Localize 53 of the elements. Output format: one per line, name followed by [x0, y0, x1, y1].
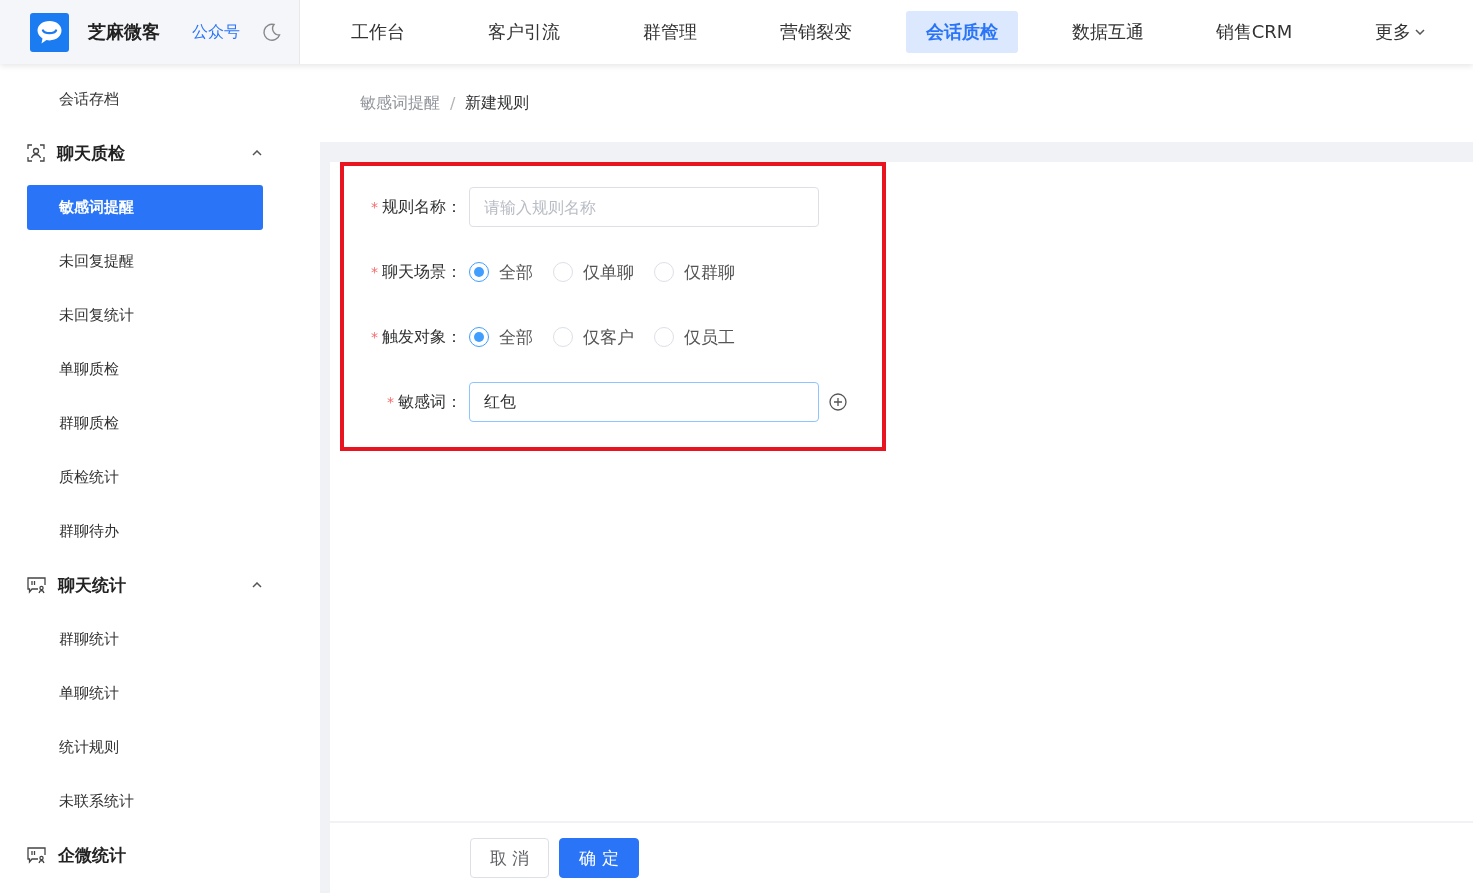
radio-label: 全部	[499, 260, 533, 284]
confirm-button[interactable]: 确 定	[559, 838, 639, 878]
sidebar-item[interactable]: 未联系统计	[27, 778, 263, 824]
sidebar-group-title[interactable]: 聊天统计	[58, 573, 240, 597]
sidebar-item[interactable]: 单聊质检	[27, 346, 263, 392]
chat-person-icon	[27, 846, 46, 864]
sidebar-item[interactable]: 敏感词提醒	[27, 184, 263, 230]
sidebar-item[interactable]: 单聊统计	[27, 670, 263, 716]
cancel-button[interactable]: 取 消	[470, 838, 549, 878]
sidebar-item[interactable]: 未回复提醒	[27, 238, 263, 284]
sidebar-group-title[interactable]: 聊天质检	[57, 141, 240, 165]
field-label: 聊天场景：	[382, 261, 462, 283]
moon-icon[interactable]	[262, 22, 282, 42]
text-field[interactable]: 红包	[469, 382, 819, 422]
radio-label: 仅员工	[684, 325, 735, 349]
sidebar-item[interactable]: 群聊统计	[27, 616, 263, 662]
field-label: 规则名称：	[382, 196, 462, 218]
sidebar-group-title[interactable]: 企微统计	[58, 843, 262, 867]
sidebar-item[interactable]: 群聊待办	[27, 508, 263, 554]
field-label: 触发对象：	[382, 326, 462, 348]
radio-label: 全部	[499, 325, 533, 349]
brand-name: 芝麻微客	[88, 20, 160, 44]
breadcrumb-separator: /	[450, 93, 456, 113]
field-label: 敏感词：	[398, 391, 462, 413]
sidebar-item[interactable]: 群聊质检	[27, 400, 263, 446]
sidebar-item[interactable]: 统计规则	[27, 724, 263, 770]
sidebar-item[interactable]: 质检统计	[27, 454, 263, 500]
nav-tab[interactable]: 工作台	[331, 11, 425, 53]
person-scan-icon	[27, 144, 45, 162]
radio-label: 仅群聊	[684, 260, 735, 284]
nav-tab[interactable]: 客户引流	[468, 11, 580, 53]
chat-person-icon	[27, 576, 46, 594]
nav-tab[interactable]: 营销裂变	[760, 11, 872, 53]
chevron-down-icon	[1415, 29, 1425, 35]
sidebar-item[interactable]: 会话存档	[27, 76, 263, 122]
radio-label: 仅客户	[583, 325, 634, 349]
nav-tab[interactable]: 数据互通	[1052, 11, 1164, 53]
nav-tab[interactable]: 群管理	[623, 11, 717, 53]
text-field[interactable]: 请输入规则名称	[469, 187, 819, 227]
required-asterisk: *	[371, 264, 378, 280]
sidebar-item[interactable]: 未回复统计	[27, 292, 263, 338]
required-asterisk: *	[371, 329, 378, 345]
nav-tab[interactable]: 销售CRM	[1195, 11, 1313, 53]
chat-bubble-logo-icon	[30, 12, 69, 52]
required-asterisk: *	[371, 199, 378, 215]
breadcrumb-link[interactable]: 新建规则	[465, 92, 530, 114]
account-link[interactable]: 公众号	[192, 21, 240, 43]
caret-icon	[252, 150, 262, 156]
caret-icon	[252, 582, 262, 588]
add-circle-icon[interactable]	[829, 393, 847, 411]
required-asterisk: *	[387, 394, 394, 410]
radio-label: 仅单聊	[583, 260, 634, 284]
nav-tab[interactable]: 更多	[1355, 11, 1445, 53]
